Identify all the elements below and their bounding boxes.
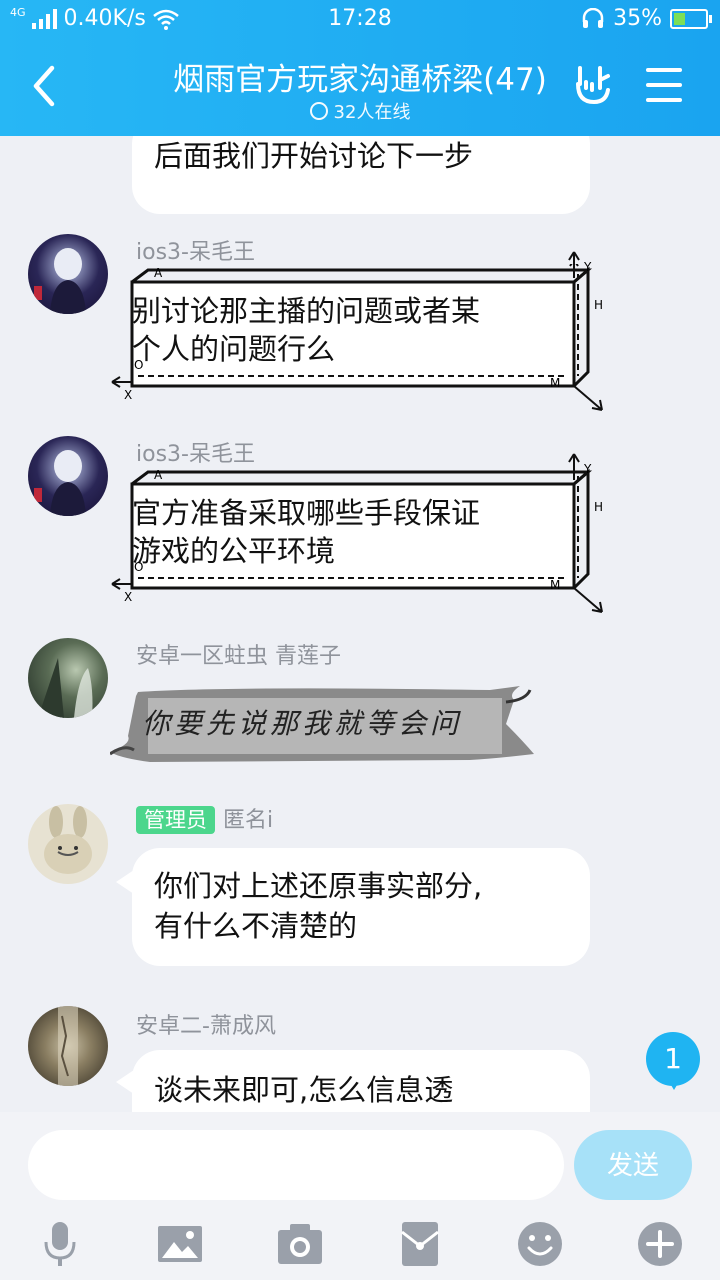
message-bubble[interactable]: 官方准备采取哪些手段保证 游戏的公平环境 A O X Y H M [108,453,608,613]
box-label-o: O [134,560,144,574]
message-text-line: 谈未来即可,怎么信息透 [154,1073,454,1107]
battery-level [674,12,685,25]
plus-icon[interactable] [636,1220,684,1268]
top-bar: 4G 0.40K/s 17:28 35% 烟雨官方玩家沟通桥梁(47) 32人在… [0,0,720,136]
avatar[interactable] [28,234,108,314]
sender-name: 安卓二-萧成风 [136,1014,276,1039]
box-label-x: X [124,388,133,402]
box-label-a: A [154,266,163,280]
box-label-m: M [550,376,561,390]
avatar-tree-icon [58,1006,78,1086]
online-check-icon [309,102,328,120]
microphone-icon[interactable] [36,1220,84,1268]
box-label-o: O [134,358,144,372]
send-button[interactable]: 发送 [574,1130,692,1200]
box-label-m: M [550,578,561,592]
avatar[interactable] [28,436,108,516]
camera-icon[interactable] [276,1220,324,1268]
box-label-h: H [594,298,604,312]
box-label-a: A [154,468,163,482]
battery-icon [670,8,712,29]
message-bubble[interactable]: 谈未来即可,怎么信息透 [132,1050,590,1112]
box-label-y: Y [584,260,592,274]
input-toolbar [0,1216,720,1276]
message-bubble[interactable]: 你们对上述还原事实部分, 有什么不清楚的 [132,848,590,966]
avatar-figure-icon [34,248,86,314]
message-input[interactable] [28,1130,564,1200]
box-label-h: H [594,500,604,514]
message-text-line: 游戏的公平环境 [132,534,336,568]
menu-icon[interactable] [646,68,684,102]
message-text-line: 有什么不清楚的 [154,909,358,943]
sender-name: ios3-呆毛王 [136,442,255,467]
online-count: 32人在线 [333,102,411,123]
avatar[interactable] [28,804,108,884]
message-text-line: 别讨论那主播的问题或者某 [132,294,481,328]
admin-badge: 管理员 [136,806,215,834]
headset-icon [582,7,604,28]
message-bubble[interactable]: 你要先说那我就等会问 [110,684,534,764]
chat-area[interactable]: 后面我们开始讨论下一步 ios3-呆毛王 别讨论那主播的问题或者某 个人的问题行… [0,136,720,1112]
avatar-figure-icon [34,450,86,516]
avatar[interactable] [28,638,108,718]
message-text: 别讨论那主播的问题或者某 个人的问题行么 [132,292,552,368]
battery-percent: 35% [613,6,662,31]
message-text-line: 个人的问题行么 [132,332,336,366]
emoji-icon[interactable] [516,1220,564,1268]
sender-name: ios3-呆毛王 [136,240,255,265]
sender-line: 管理员 匿名i [136,802,273,834]
avatar[interactable] [28,1006,108,1086]
message-text-line: 你们对上述还原事实部分, [154,869,483,903]
message-bubble[interactable]: 后面我们开始讨论下一步 [132,136,590,214]
new-message-badge[interactable]: 1 [646,1032,700,1090]
status-bar: 4G 0.40K/s 17:28 35% [0,0,720,38]
y-axis-arrow-icon [568,453,580,480]
sender-name: 安卓一区蛀虫 青莲子 [136,644,341,669]
message-text: 官方准备采取哪些手段保证 游戏的公平环境 [132,494,552,570]
message-text: 后面我们开始讨论下一步 [154,139,474,173]
red-packet-icon[interactable] [396,1220,444,1268]
message-text: 你要先说那我就等会问 [142,707,463,740]
message-text-line: 官方准备采取哪些手段保证 [132,496,481,530]
box-label-x: X [124,590,133,604]
y-axis-arrow-icon [568,251,580,278]
rock-hand-icon[interactable] [572,62,616,106]
avatar-scene-icon [38,658,93,718]
message-bubble[interactable]: 别讨论那主播的问题或者某 个人的问题行么 A O X Y H M [108,251,608,411]
avatar-bunny-icon [44,806,92,874]
image-icon[interactable] [156,1220,204,1268]
input-panel: 发送 [0,1112,720,1280]
box-label-y: Y [584,462,592,476]
sender-name: 匿名i [223,808,274,833]
